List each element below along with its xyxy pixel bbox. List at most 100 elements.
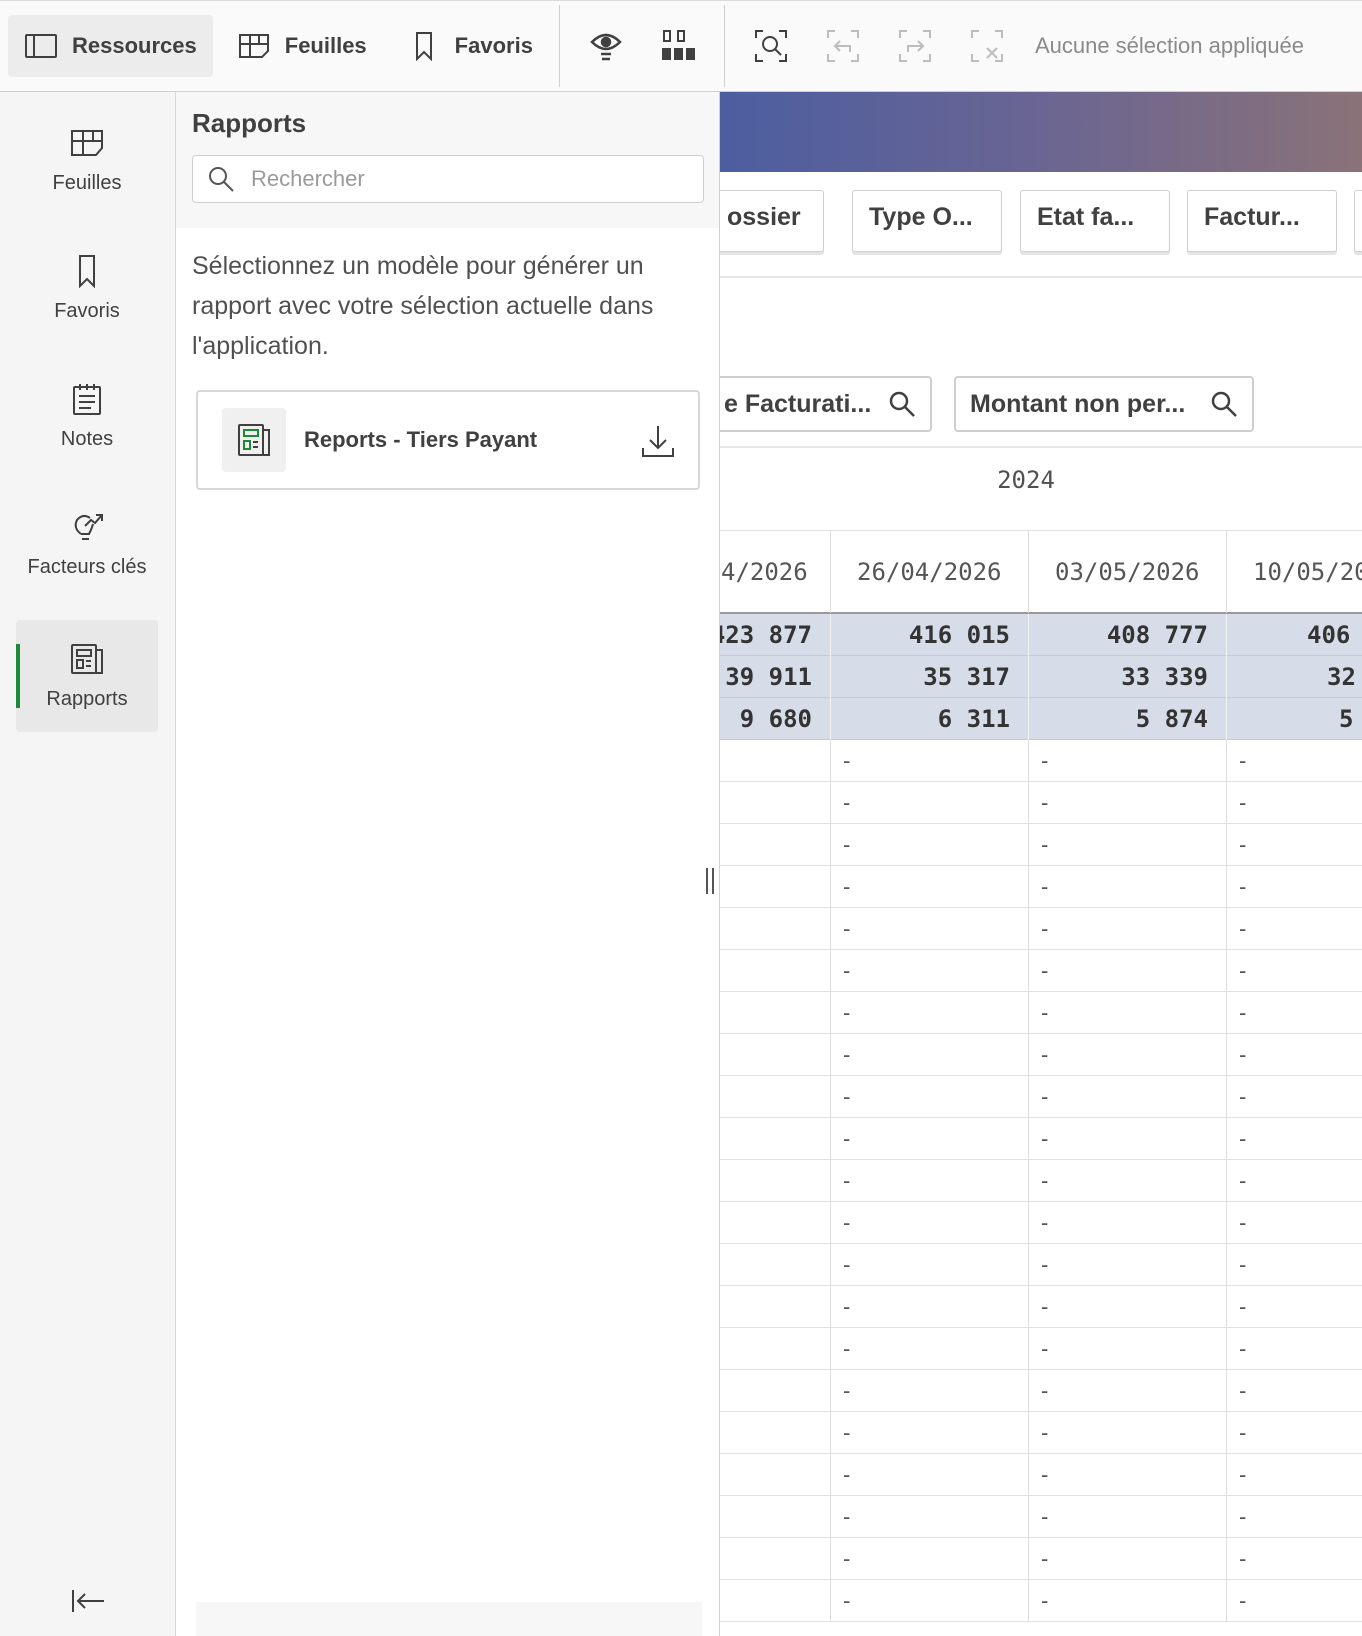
table-cell: - [1028, 1370, 1226, 1412]
table-row: --- [720, 1160, 1362, 1202]
total-value: 9 680 [720, 698, 830, 740]
date-header: 03/05/2026 [1028, 531, 1226, 613]
rail-item-sheets[interactable]: Feuilles [16, 104, 158, 216]
table-cell [720, 740, 830, 782]
table-cell: - [1028, 1286, 1226, 1328]
table-cell [720, 1076, 830, 1118]
table-cell: - [1226, 866, 1362, 908]
panel-resize-handle[interactable] [706, 868, 714, 894]
table-row: --- [720, 1412, 1362, 1454]
grid-icon [661, 30, 695, 60]
table-cell: - [830, 1160, 1028, 1202]
sheets-button[interactable]: Feuilles [221, 15, 383, 77]
table-cell [720, 782, 830, 824]
rail-item-label: Notes [60, 427, 114, 450]
table-cell: - [830, 992, 1028, 1034]
table-cell: - [1226, 782, 1362, 824]
table-cell: - [1028, 1496, 1226, 1538]
table-cell: - [830, 740, 1028, 782]
rail-item-reports[interactable]: Rapports [16, 620, 158, 732]
table-row: --- [720, 824, 1362, 866]
table-cell: - [1226, 1412, 1362, 1454]
collapse-panel-icon[interactable] [68, 1582, 108, 1622]
sheet-area: ossier Type O... Etat fa... Factur... e … [720, 92, 1362, 1636]
table-cell: - [1226, 1370, 1362, 1412]
table-cell [720, 992, 830, 1034]
table-row: --- [720, 1328, 1362, 1370]
table-cell: - [830, 1412, 1028, 1454]
table-cell: - [1028, 1328, 1226, 1370]
table-row: --- [720, 1244, 1362, 1286]
insights-button[interactable] [580, 20, 632, 72]
clear-selections-button[interactable] [961, 20, 1013, 72]
date-header-row: 4/2026 26/04/2026 03/05/2026 10/05/20 [720, 530, 1362, 614]
rail-item-notes[interactable]: Notes [16, 360, 158, 472]
rail-item-key-drivers[interactable]: Facteurs clés [16, 488, 158, 600]
reports-icon [71, 643, 103, 674]
table-cell [720, 1244, 830, 1286]
rail-item-bookmarks[interactable]: Favoris [16, 232, 158, 344]
table-cell [720, 1202, 830, 1244]
smart-search-button[interactable] [745, 20, 797, 72]
search-box[interactable] [192, 155, 704, 203]
sheet-banner [720, 92, 1362, 172]
table-cell [720, 1160, 830, 1202]
resources-button[interactable]: Ressources [8, 15, 213, 77]
bookmark-icon [79, 254, 95, 288]
filter-chip[interactable]: Type O... [852, 190, 1002, 252]
total-value: 406 8 [1226, 614, 1362, 656]
column-search-amount[interactable]: Montant non per... [954, 376, 1254, 432]
table-row: --- [720, 1202, 1362, 1244]
rail-item-label: Rapports [46, 687, 128, 710]
table-cell: - [830, 1244, 1028, 1286]
table-cell: - [1226, 1202, 1362, 1244]
table-cell: - [830, 1286, 1028, 1328]
column-search-label: Montant non per... [970, 389, 1186, 418]
rail-item-label: Feuilles [52, 171, 122, 194]
grid-view-button[interactable] [652, 20, 704, 72]
table-cell: - [1028, 1076, 1226, 1118]
table-cell: - [1226, 1328, 1362, 1370]
table-row: --- [720, 866, 1362, 908]
column-search-billing[interactable]: e Facturati... [720, 376, 932, 432]
report-thumbnail [222, 408, 286, 472]
table-row: --- [720, 908, 1362, 950]
totals-row: 423 877 416 015 408 777 406 8 [720, 614, 1362, 656]
filter-chip[interactable]: Factur... [1187, 190, 1337, 252]
step-forward-button[interactable] [889, 20, 941, 72]
rail-item-label: Favoris [54, 299, 120, 322]
table-cell: - [1028, 1412, 1226, 1454]
table-cell: - [830, 950, 1028, 992]
table-cell: - [1226, 1286, 1362, 1328]
filter-chip[interactable] [1354, 190, 1362, 252]
filter-chip[interactable]: Etat fa... [1020, 190, 1170, 252]
report-template-card[interactable]: Reports - Tiers Payant [196, 390, 700, 490]
search-input[interactable] [249, 165, 679, 193]
table-cell: - [1226, 1118, 1362, 1160]
step-back-button[interactable] [817, 20, 869, 72]
date-header: 10/05/20 [1226, 531, 1362, 613]
download-icon[interactable] [638, 422, 678, 462]
table-cell: - [1226, 824, 1362, 866]
sheets-icon [71, 129, 103, 156]
total-value: 32 9 [1226, 656, 1362, 698]
section-divider [720, 276, 1362, 278]
table-cell: - [1028, 1538, 1226, 1580]
table-cell: - [1028, 740, 1226, 782]
table-cell: - [1028, 1118, 1226, 1160]
table-cell: - [1226, 908, 1362, 950]
table-cell: - [1226, 1580, 1362, 1622]
table-top-border [720, 446, 1362, 448]
total-value: 39 911 [720, 656, 830, 698]
bookmarks-button[interactable]: Favoris [391, 15, 549, 77]
table-cell: - [1028, 1034, 1226, 1076]
table-row: --- [720, 1454, 1362, 1496]
table-row: --- [720, 992, 1362, 1034]
table-row: --- [720, 1286, 1362, 1328]
table-cell: - [1028, 908, 1226, 950]
table-row: --- [720, 950, 1362, 992]
table-cell: - [1028, 782, 1226, 824]
table-cell [720, 908, 830, 950]
clear-selection-icon [970, 30, 1003, 62]
filter-chip[interactable]: ossier [720, 190, 824, 252]
